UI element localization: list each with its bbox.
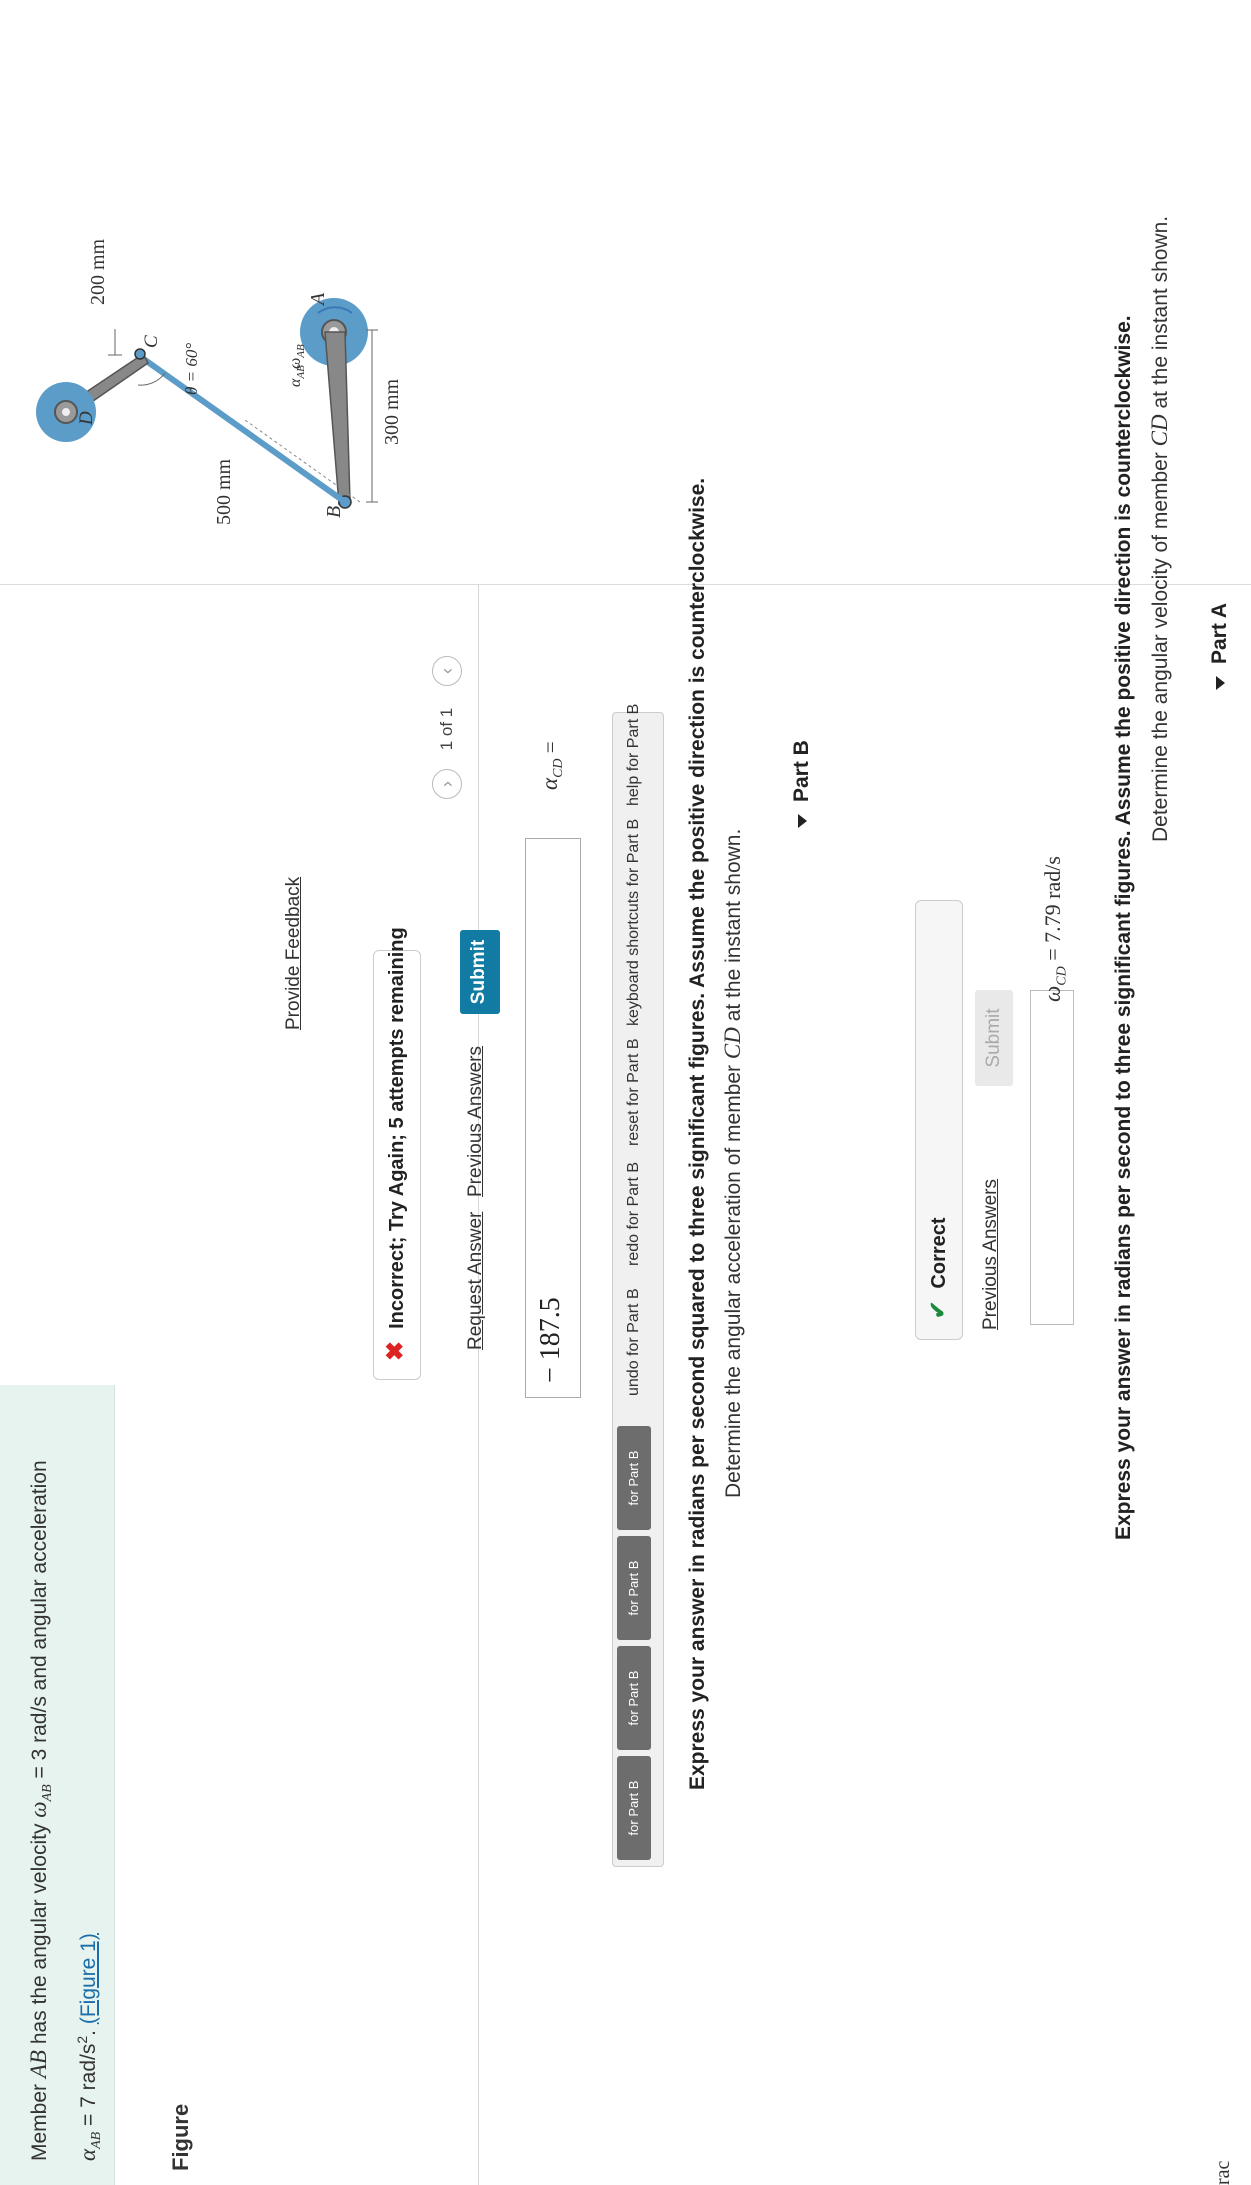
- part-b-previous-answers-link[interactable]: Previous Answers: [465, 1046, 487, 1197]
- part-b-toolbar: for Part B for Part B for Part B for Part B…: [612, 704, 664, 1867]
- part-a-previous-answers-link[interactable]: Previous Answers: [980, 1179, 1002, 1330]
- reset-button[interactable]: reset for Part B: [625, 1038, 643, 1146]
- part-a-label: Part A: [1208, 602, 1231, 664]
- provide-feedback-link[interactable]: Provide Feedback: [283, 877, 305, 1030]
- matrix-button[interactable]: for Part B: [617, 1536, 651, 1640]
- undo-button[interactable]: undo for Part B: [625, 1288, 643, 1396]
- column-divider: [0, 584, 1251, 585]
- pin-d-center: [62, 408, 70, 416]
- part-a-submit-button[interactable]: Submit: [975, 990, 1013, 1086]
- label-a: A: [307, 292, 329, 307]
- link-bc: [136, 352, 347, 505]
- units-button[interactable]: for Part B: [617, 1426, 651, 1530]
- part-a-answer: ωCD = 7.79 rad/s: [1040, 856, 1070, 1002]
- theta-label: θ = 60°: [182, 343, 201, 395]
- part-b-status: ✖Incorrect; Try Again; 5 attempts remain…: [373, 927, 421, 1380]
- part-b-submit-button[interactable]: Submit: [460, 930, 500, 1014]
- label-c: C: [141, 335, 162, 348]
- part-a-question: Determine the angular velocity of member…: [1147, 215, 1172, 842]
- dim-300-label: 300 mm: [381, 378, 403, 445]
- dim-200-label: 200 mm: [87, 238, 109, 305]
- part-a-instruction: Express your answer in radians per secon…: [1112, 315, 1135, 1540]
- part-a-status: ✔Correct: [915, 900, 963, 1340]
- part-a-answer-box[interactable]: [1030, 990, 1074, 1325]
- label-d: D: [76, 411, 97, 426]
- pin-c: [134, 348, 146, 360]
- part-b-answer-input[interactable]: − 187.5: [525, 838, 581, 1398]
- part-b-answer-label: αCD =: [537, 741, 567, 790]
- part-b-request-answer-link[interactable]: Request Answer: [465, 1212, 487, 1350]
- link-ab: [324, 331, 351, 505]
- part-b-header[interactable]: Part B: [790, 740, 814, 828]
- dim-500-label: 500 mm: [213, 458, 235, 525]
- vector-button[interactable]: for Part B: [617, 1646, 651, 1750]
- part-b-question: Determine the angular acceleration of me…: [720, 828, 745, 1498]
- help-button[interactable]: help for Part B: [625, 704, 643, 806]
- part-b-unit: rac: [1212, 2160, 1234, 2185]
- redo-button[interactable]: redo for Part B: [625, 1162, 643, 1266]
- part-a-header[interactable]: Part A: [1208, 603, 1232, 690]
- collapse-triangle-icon: [1215, 676, 1225, 690]
- label-b: B: [323, 506, 345, 518]
- keyboard-shortcuts-button[interactable]: keyboard shortcuts for Part B: [625, 819, 643, 1026]
- templates-button[interactable]: for Part B: [617, 1756, 651, 1860]
- page-canvas: Member AB has the angular velocity ωAB =…: [0, 0, 1251, 2185]
- part-b-instruction: Express your answer in radians per secon…: [686, 477, 709, 1790]
